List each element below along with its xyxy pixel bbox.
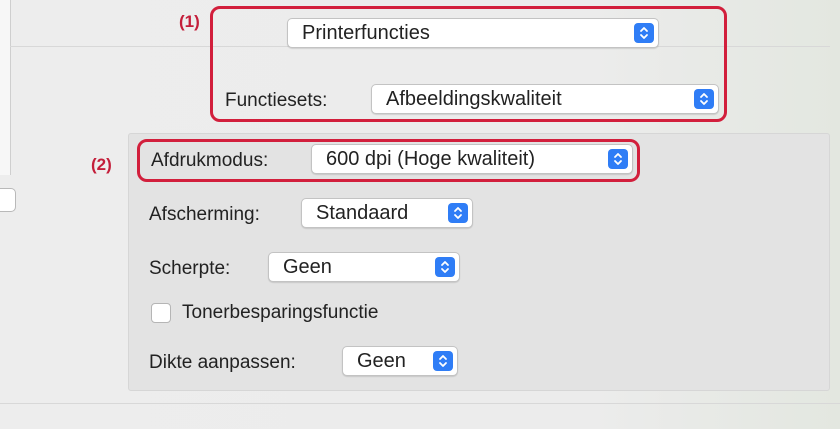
print-mode-value: 600 dpi (Hoge kwaliteit) [326,148,535,170]
callout-2: (2) [91,155,112,174]
feature-sets-value: Afbeeldingskwaliteit [386,88,562,110]
sharpness-select[interactable]: Geen [268,252,460,282]
up-down-chevron-icon [608,149,628,169]
feature-sets-label: Functiesets: [225,90,328,111]
up-down-chevron-icon [435,257,455,277]
sharpness-value: Geen [283,256,332,278]
up-down-chevron-icon [433,351,453,371]
toner-save-checkbox[interactable] [151,303,171,323]
print-mode-label: Afdrukmodus: [151,150,269,171]
printer-functions-menu[interactable]: Printerfuncties [287,18,659,48]
up-down-chevron-icon [634,23,654,43]
bottom-separator [0,403,840,404]
screening-value: Standaard [316,202,409,224]
thickness-label: Dikte aanpassen: [149,352,296,373]
toner-save-label: Tonerbesparingsfunctie [182,302,379,323]
left-preview-edge [0,0,11,175]
left-partial-control[interactable] [0,188,16,212]
up-down-chevron-icon [694,89,714,109]
up-down-chevron-icon [448,203,468,223]
thickness-value: Geen [357,350,406,372]
thickness-select[interactable]: Geen [342,346,458,376]
printer-functions-value: Printerfuncties [302,22,430,44]
screening-label: Afscherming: [149,204,260,225]
feature-sets-select[interactable]: Afbeeldingskwaliteit [371,84,719,114]
screening-select[interactable]: Standaard [301,198,473,228]
sharpness-label: Scherpte: [149,258,231,279]
callout-1: (1) [179,12,200,31]
print-mode-select[interactable]: 600 dpi (Hoge kwaliteit) [311,144,633,174]
